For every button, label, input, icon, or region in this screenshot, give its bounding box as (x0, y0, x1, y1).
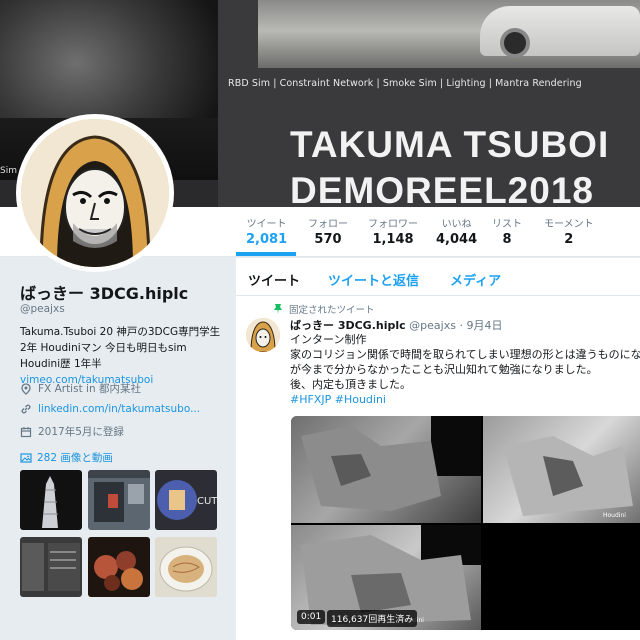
profile-bio: Takuma.Tsuboi 20 神戸の3DCG専門学生 2年 Houdiniマ… (20, 324, 230, 388)
stat-value: 570 (314, 232, 342, 247)
stat-value: 2 (564, 232, 574, 247)
calendar-icon (20, 426, 32, 438)
stat-moments[interactable]: モーメント 2 (544, 215, 594, 247)
video-duration: 0:01 (297, 610, 326, 624)
banner-car-wheel (500, 28, 530, 58)
stat-value: 8 (502, 232, 512, 247)
tweet-line: が今まで分からなかったことも沢山知れて勉強になりました。 (290, 363, 598, 376)
website-link[interactable]: linkedin.com/in/takumatsubo... (38, 403, 200, 415)
profile-joined: 2017年5月に登録 (20, 424, 124, 439)
pinned-label: 固定されたツイート (272, 302, 375, 316)
stat-label: モーメント (544, 219, 594, 230)
stat-label: リスト (492, 219, 522, 230)
profile-location: FX Artist in 都内某社 (20, 381, 141, 396)
stat-following[interactable]: フォロー 570 (308, 215, 348, 247)
tweet-author-name[interactable]: ばっきー 3DCG.hiplc (290, 319, 406, 332)
media-gallery-link[interactable]: 282 画像と動画 (20, 450, 113, 465)
stat-followers[interactable]: フォロワー 1,148 (368, 215, 418, 247)
video-quadrant (291, 416, 481, 523)
stat-value: 4,044 (436, 232, 478, 247)
bio-line: Takuma.Tsuboi 20 神戸の3DCG専門学生 (20, 326, 221, 338)
video-view-count: 116,637回再生済み (327, 610, 418, 627)
stat-label: フォロー (308, 219, 348, 230)
banner-title-line1: TAKUMA TSUBOI (290, 124, 610, 165)
avatar-drawing (21, 119, 169, 267)
location-pin-icon (20, 382, 32, 395)
twitter-profile-page: Sim | RBD Sim | Constraint Network | Smo… (0, 0, 640, 640)
pinned-tweet[interactable]: 固定されたツイート ばっきー 3DCG.hiplc @peajxs · 9月4日… (236, 296, 640, 640)
tweet-hashtags[interactable]: #HFXJP #Houdini (290, 392, 640, 407)
media-thumbnail[interactable] (88, 537, 150, 597)
tweet-line: 家のコリジョン関係で時間を取られてしまい理想の形とは違うものになり (290, 348, 640, 361)
profile-website: linkedin.com/in/takumatsubo... (20, 403, 200, 415)
tweet-header: ばっきー 3DCG.hiplc @peajxs · 9月4日 (290, 317, 502, 333)
media-thumbnail[interactable] (20, 470, 82, 530)
profile-sidebar: ばっきー 3DCG.hiplc @peajxs Takuma.Tsuboi 20… (0, 258, 236, 640)
bio-line-prefix: Houdini歴 1年半 (20, 358, 102, 370)
image-icon (20, 452, 32, 464)
media-thumbnail[interactable] (20, 537, 82, 597)
stat-likes[interactable]: いいね 4,044 (436, 215, 477, 247)
stat-label: フォロワー (368, 219, 418, 230)
active-stat-underline (236, 252, 296, 256)
banner-caption: RBD Sim | Constraint Network | Smoke Sim… (228, 78, 582, 89)
tab-media[interactable]: メディア (450, 270, 501, 289)
tweet-text: インターン制作 家のコリジョン関係で時間を取られてしまい理想の形とは違うものにな… (290, 332, 640, 407)
link-icon (20, 403, 32, 415)
media-thumbnail[interactable]: CUT (155, 470, 217, 530)
stat-lists[interactable]: リスト 8 (492, 215, 522, 247)
pinned-text: 固定されたツイート (289, 305, 375, 316)
profile-handle[interactable]: @peajxs (20, 303, 65, 315)
tweet-line: インターン制作 (290, 333, 367, 346)
stat-label: いいね (441, 219, 472, 230)
media-thumbnail[interactable] (88, 470, 150, 530)
pin-icon (272, 303, 284, 315)
tweet-line: 後、内定も頂きました。 (290, 378, 411, 391)
video-quadrant: Houdini (483, 416, 640, 523)
profile-name[interactable]: ばっきー 3DCG.hiplc (20, 280, 188, 304)
tweet-video[interactable]: Houdini Houdini 0:01 116,637回再生済み (291, 416, 640, 630)
banner-title-line2: DEMOREEL2018 (290, 170, 594, 207)
media-thumbnail[interactable] (155, 537, 217, 597)
stat-label: ツイート (246, 219, 287, 230)
stat-value: 2,081 (246, 232, 288, 247)
profile-avatar[interactable] (16, 114, 174, 272)
tweet-author-handle[interactable]: @peajxs (409, 319, 456, 332)
timeline-tabs: ツイート ツイートと返信 メディア (236, 258, 640, 296)
tab-tweets-and-replies[interactable]: ツイートと返信 (328, 270, 419, 289)
stat-tweets[interactable]: ツイート 2,081 (246, 215, 287, 247)
media-count: 282 画像と動画 (37, 452, 113, 464)
tweet-date[interactable]: · 9月4日 (459, 319, 502, 332)
bio-line: 2年 Houdiniマン 今日も明日もsim (20, 342, 187, 354)
video-watermark: Houdini (603, 512, 626, 519)
tab-tweets[interactable]: ツイート (248, 270, 300, 289)
tweet-avatar[interactable] (246, 318, 280, 352)
stat-value: 1,148 (372, 232, 414, 247)
thumb-text: CUT (197, 496, 217, 507)
video-quadrant (483, 525, 640, 630)
location-text: FX Artist in 都内某社 (38, 383, 141, 395)
avatar-illustration (21, 119, 169, 267)
joined-text: 2017年5月に登録 (38, 426, 124, 438)
